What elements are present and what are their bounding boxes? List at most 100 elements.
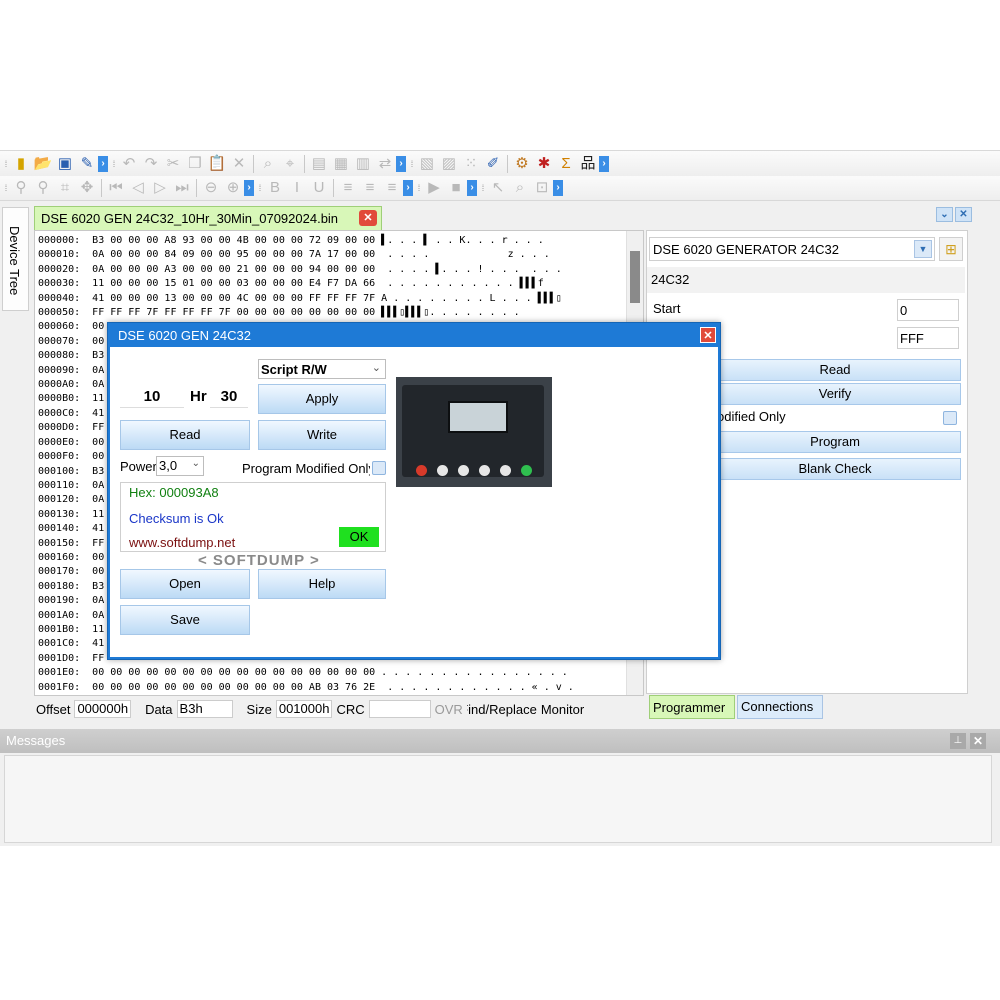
hex-line[interactable]: 0001F0: 00 00 00 00 00 00 00 00 00 00 00…	[38, 681, 574, 695]
blank-check-button[interactable]: Blank Check	[709, 458, 961, 480]
inspect-icon[interactable]: ⌕	[509, 178, 531, 198]
hex-line[interactable]: 000010: 0A 00 00 00 84 09 00 00 95 00 00…	[38, 248, 574, 262]
hex-line[interactable]: 000050: FF FF FF 7F FF FF FF 7F 00 00 00…	[38, 306, 574, 320]
align-left-icon[interactable]: ≡	[337, 178, 359, 198]
hex-line[interactable]: 000030: 11 00 00 00 15 01 00 00 03 00 00…	[38, 277, 574, 291]
toolbar-more-icon[interactable]: ›	[467, 180, 477, 196]
toolbar-grip[interactable]: ⁞	[408, 156, 416, 172]
italic-icon[interactable]: I	[286, 178, 308, 198]
read-button[interactable]: Read	[120, 420, 250, 450]
toolbar-grip[interactable]: ⁞	[415, 180, 423, 196]
swap-icon[interactable]: ⇄	[374, 154, 396, 174]
document-icon[interactable]: ▤	[308, 154, 330, 174]
zoom-out-icon[interactable]: ⚲	[32, 178, 54, 198]
toolbar-grip[interactable]: ⁞	[479, 180, 487, 196]
program-button[interactable]: Program	[709, 431, 961, 453]
save-icon[interactable]: ▣	[54, 154, 76, 174]
toolbar-more-icon[interactable]: ›	[98, 155, 108, 172]
zoom-in-icon[interactable]: ⚲	[10, 178, 32, 198]
back-icon[interactable]: ⊖	[200, 178, 222, 198]
chevron-down-icon[interactable]: ⌄	[936, 207, 953, 222]
find-icon[interactable]: ⌕	[257, 154, 279, 174]
edit-icon[interactable]: ✎	[76, 154, 98, 174]
end-field[interactable]: FFF	[897, 327, 959, 349]
note-icon[interactable]: ✐	[482, 154, 504, 174]
help-button[interactable]: Help	[258, 569, 386, 599]
start-field[interactable]: 0	[897, 299, 959, 321]
toolbar-more-icon[interactable]: ›	[599, 155, 609, 172]
text-view-icon[interactable]: ▥	[352, 154, 374, 174]
stop-icon[interactable]: ■	[445, 178, 467, 198]
network-icon[interactable]: 品	[577, 154, 599, 174]
crop-icon[interactable]: ⌗	[54, 178, 76, 198]
prev-icon[interactable]: ◁	[127, 178, 149, 198]
first-icon[interactable]: ⏮	[105, 178, 127, 198]
pin-icon[interactable]: ⊥	[950, 733, 966, 749]
toolbar-grip[interactable]: ⁞	[2, 180, 10, 196]
save-button[interactable]: Save	[120, 605, 250, 635]
window-icon[interactable]: ⊡	[531, 178, 553, 198]
align-right-icon[interactable]: ≡	[381, 178, 403, 198]
toolbar-grip[interactable]: ⁞	[256, 180, 264, 196]
device-select[interactable]: DSE 6020 GENERATOR 24C32 ▼	[649, 237, 935, 261]
toolbar-more-icon[interactable]: ›	[396, 155, 406, 172]
bug-icon[interactable]: ✱	[533, 154, 555, 174]
open-folder-icon[interactable]: 📂	[32, 154, 54, 174]
paste-icon[interactable]: 📋	[206, 154, 228, 174]
tab-programmer[interactable]: Programmer	[649, 695, 735, 719]
hex-line[interactable]: 000040: 41 00 00 00 13 00 00 00 4C 00 00…	[38, 292, 574, 306]
redo-icon[interactable]: ↷	[140, 154, 162, 174]
chip-icon[interactable]: ▮	[10, 154, 32, 174]
bold-icon[interactable]: B	[264, 178, 286, 198]
close-icon[interactable]: ✕	[700, 327, 716, 343]
play-icon[interactable]: ▶	[423, 178, 445, 198]
toolbar-more-icon[interactable]: ›	[403, 180, 413, 196]
minutes-field[interactable]: 30	[210, 386, 248, 408]
find-replace-label[interactable]: Find/Replace	[467, 702, 537, 717]
scrollbar-thumb[interactable]	[630, 251, 640, 303]
cut-icon[interactable]: ✂	[162, 154, 184, 174]
replace-icon[interactable]: ⌖	[279, 154, 301, 174]
tab-connections[interactable]: Connections	[737, 695, 823, 719]
undo-icon[interactable]: ↶	[118, 154, 140, 174]
hex-view-icon[interactable]: ▦	[330, 154, 352, 174]
delete-icon[interactable]: ✕	[228, 154, 250, 174]
toolbar-more-icon[interactable]: ›	[244, 180, 254, 196]
copy-icon[interactable]: ❐	[184, 154, 206, 174]
website-link[interactable]: www.softdump.net	[129, 535, 235, 550]
device-browse-icon[interactable]: ⊞	[939, 237, 963, 261]
read-button[interactable]: Read	[709, 359, 961, 381]
modified-only-checkbox[interactable]	[943, 411, 957, 425]
program-modified-only-checkbox[interactable]	[372, 461, 386, 475]
script-select[interactable]: Script R/W ⌄	[258, 359, 386, 379]
toolbar-grip[interactable]: ⁞	[110, 156, 118, 172]
next-icon[interactable]: ▷	[149, 178, 171, 198]
verify-button[interactable]: Verify	[709, 383, 961, 405]
grid-icon[interactable]: ⁙	[460, 154, 482, 174]
device-tree-tab[interactable]: Device Tree	[2, 207, 29, 311]
last-icon[interactable]: ⏭	[171, 178, 193, 198]
close-tab-icon[interactable]: ✕	[359, 210, 377, 226]
document-tab[interactable]: DSE 6020 GEN 24C32_10Hr_30Min_07092024.b…	[34, 206, 382, 230]
write-button[interactable]: Write	[258, 420, 386, 450]
forward-icon[interactable]: ⊕	[222, 178, 244, 198]
toolbar-grip[interactable]: ⁞	[2, 156, 10, 172]
hex-line[interactable]: 000000: B3 00 00 00 A8 93 00 00 4B 00 00…	[38, 234, 574, 248]
power-select[interactable]: 3,0 ⌄	[156, 456, 204, 476]
toolbar-more-icon[interactable]: ›	[553, 180, 563, 196]
align-center-icon[interactable]: ≡	[359, 178, 381, 198]
close-icon[interactable]: ✕	[970, 733, 986, 749]
hex-line[interactable]: 000020: 0A 00 00 00 A3 00 00 00 21 00 00…	[38, 263, 574, 277]
pointer-icon[interactable]: ↖	[487, 178, 509, 198]
monitor-label[interactable]: Monitor	[541, 702, 601, 717]
move-icon[interactable]: ✥	[76, 178, 98, 198]
sigma-icon[interactable]: Σ	[555, 154, 577, 174]
page-icon[interactable]: ▧	[416, 154, 438, 174]
page2-icon[interactable]: ▨	[438, 154, 460, 174]
apply-button[interactable]: Apply	[258, 384, 386, 414]
underline-icon[interactable]: U	[308, 178, 330, 198]
close-icon[interactable]: ✕	[955, 207, 972, 222]
hours-field[interactable]: 10	[120, 386, 184, 408]
hex-line[interactable]: 0001E0: 00 00 00 00 00 00 00 00 00 00 00…	[38, 666, 574, 680]
chevron-down-icon[interactable]: ▼	[914, 240, 932, 258]
